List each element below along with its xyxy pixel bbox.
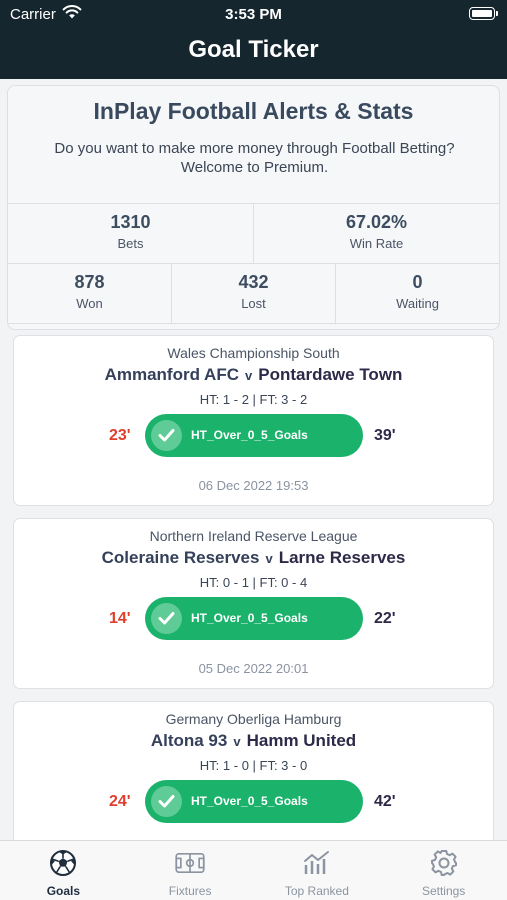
stat-value: 1310 bbox=[110, 212, 151, 232]
stat-label: Lost bbox=[241, 296, 266, 311]
match-card[interactable]: Northern Ireland Reserve League Colerain… bbox=[13, 518, 494, 689]
soccer-ball-icon bbox=[50, 850, 77, 876]
alert-badge: HT_Over_0_5_Goals bbox=[145, 597, 363, 640]
trend-chart-icon bbox=[303, 851, 329, 874]
summary-description: Do you want to make more money through F… bbox=[54, 140, 455, 176]
tab-top-ranked[interactable]: Top Ranked bbox=[254, 841, 381, 900]
tab-label: Top Ranked bbox=[284, 884, 349, 898]
pitch-icon bbox=[175, 853, 205, 873]
stat-value: 0 bbox=[412, 272, 423, 292]
match-score: HT: 0 - 1 | FT: 0 - 4 bbox=[199, 575, 308, 590]
stat-lost: 432 Lost bbox=[171, 264, 335, 323]
page-title: Goal Ticker bbox=[188, 36, 319, 63]
tab-label: Settings bbox=[421, 884, 466, 898]
gear-icon bbox=[430, 850, 457, 876]
match-score: HT: 1 - 2 | FT: 3 - 2 bbox=[199, 392, 308, 407]
alert-minute: 24' bbox=[109, 793, 131, 810]
stat-value: 878 bbox=[74, 272, 105, 292]
stat-label: Bets bbox=[117, 236, 144, 251]
goal-minute: 39' bbox=[374, 427, 396, 444]
match-score: HT: 1 - 0 | FT: 3 - 0 bbox=[199, 758, 308, 773]
app-header: Carrier 3:53 PM Goal Ticker bbox=[0, 0, 507, 79]
alert-badge: HT_Over_0_5_Goals bbox=[145, 414, 363, 457]
match-teams: Altona 93 v Hamm United bbox=[14, 731, 493, 751]
stats-row: 878 Won 432 Lost 0 Waiting bbox=[8, 263, 499, 324]
battery-icon bbox=[469, 7, 498, 20]
tab-fixtures[interactable]: Fixtures bbox=[127, 841, 254, 900]
summary-title: InPlay Football Alerts & Stats bbox=[93, 98, 414, 124]
alert-label: HT_Over_0_5_Goals bbox=[191, 611, 308, 625]
away-team: Pontardawe Town bbox=[258, 365, 403, 384]
alert-minute: 23' bbox=[109, 427, 131, 444]
tab-label: Fixtures bbox=[168, 884, 212, 898]
alert-minute: 14' bbox=[109, 610, 131, 627]
league-name: Northern Ireland Reserve League bbox=[149, 528, 358, 544]
stat-waiting: 0 Waiting bbox=[335, 264, 499, 323]
tab-goals[interactable]: Goals bbox=[0, 841, 127, 900]
stats-row: 1310 Bets 67.02% Win Rate bbox=[8, 203, 499, 263]
match-teams: Ammanford AFC v Pontardawe Town bbox=[14, 365, 493, 385]
tab-label: Goals bbox=[46, 884, 81, 898]
checkmark-icon bbox=[151, 786, 182, 817]
match-teams: Coleraine Reserves v Larne Reserves bbox=[14, 548, 493, 568]
alert-badge: HT_Over_0_5_Goals bbox=[145, 780, 363, 823]
versus-label: v bbox=[233, 734, 241, 749]
tab-settings[interactable]: Settings bbox=[380, 841, 507, 900]
stats-summary-panel: InPlay Football Alerts & Stats Do you wa… bbox=[7, 85, 500, 330]
stat-label: Win Rate bbox=[349, 236, 404, 251]
versus-label: v bbox=[245, 368, 253, 383]
match-card[interactable]: Wales Championship South Ammanford AFC v P… bbox=[13, 335, 494, 506]
tab-bar: Goals Fixtures Top Ranked Settings bbox=[0, 840, 507, 900]
stat-value: 67.02% bbox=[345, 212, 408, 232]
home-team: Ammanford AFC bbox=[104, 365, 239, 384]
goal-minute: 22' bbox=[374, 610, 396, 627]
checkmark-icon bbox=[151, 420, 182, 451]
stat-value: 432 bbox=[238, 272, 269, 292]
league-name: Germany Oberliga Hamburg bbox=[165, 711, 342, 727]
away-team: Hamm United bbox=[246, 731, 357, 750]
match-date: 06 Dec 2022 19:53 bbox=[198, 478, 309, 493]
stat-won: 878 Won bbox=[8, 264, 171, 323]
stat-bets: 1310 Bets bbox=[8, 204, 253, 263]
stat-label: Won bbox=[76, 296, 103, 311]
clock: 3:53 PM bbox=[225, 6, 282, 23]
versus-label: v bbox=[265, 551, 273, 566]
checkmark-icon bbox=[151, 603, 182, 634]
league-name: Wales Championship South bbox=[167, 345, 340, 361]
home-team: Altona 93 bbox=[150, 731, 228, 750]
alert-label: HT_Over_0_5_Goals bbox=[191, 794, 308, 808]
away-team: Larne Reserves bbox=[278, 548, 406, 567]
alert-label: HT_Over_0_5_Goals bbox=[191, 428, 308, 442]
match-date: 05 Dec 2022 20:01 bbox=[198, 661, 309, 676]
stat-win-rate: 67.02% Win Rate bbox=[253, 204, 499, 263]
home-team: Coleraine Reserves bbox=[101, 548, 260, 567]
status-bar: Carrier 3:53 PM bbox=[0, 0, 507, 28]
goal-minute: 42' bbox=[374, 793, 396, 810]
stat-label: Waiting bbox=[396, 296, 439, 311]
